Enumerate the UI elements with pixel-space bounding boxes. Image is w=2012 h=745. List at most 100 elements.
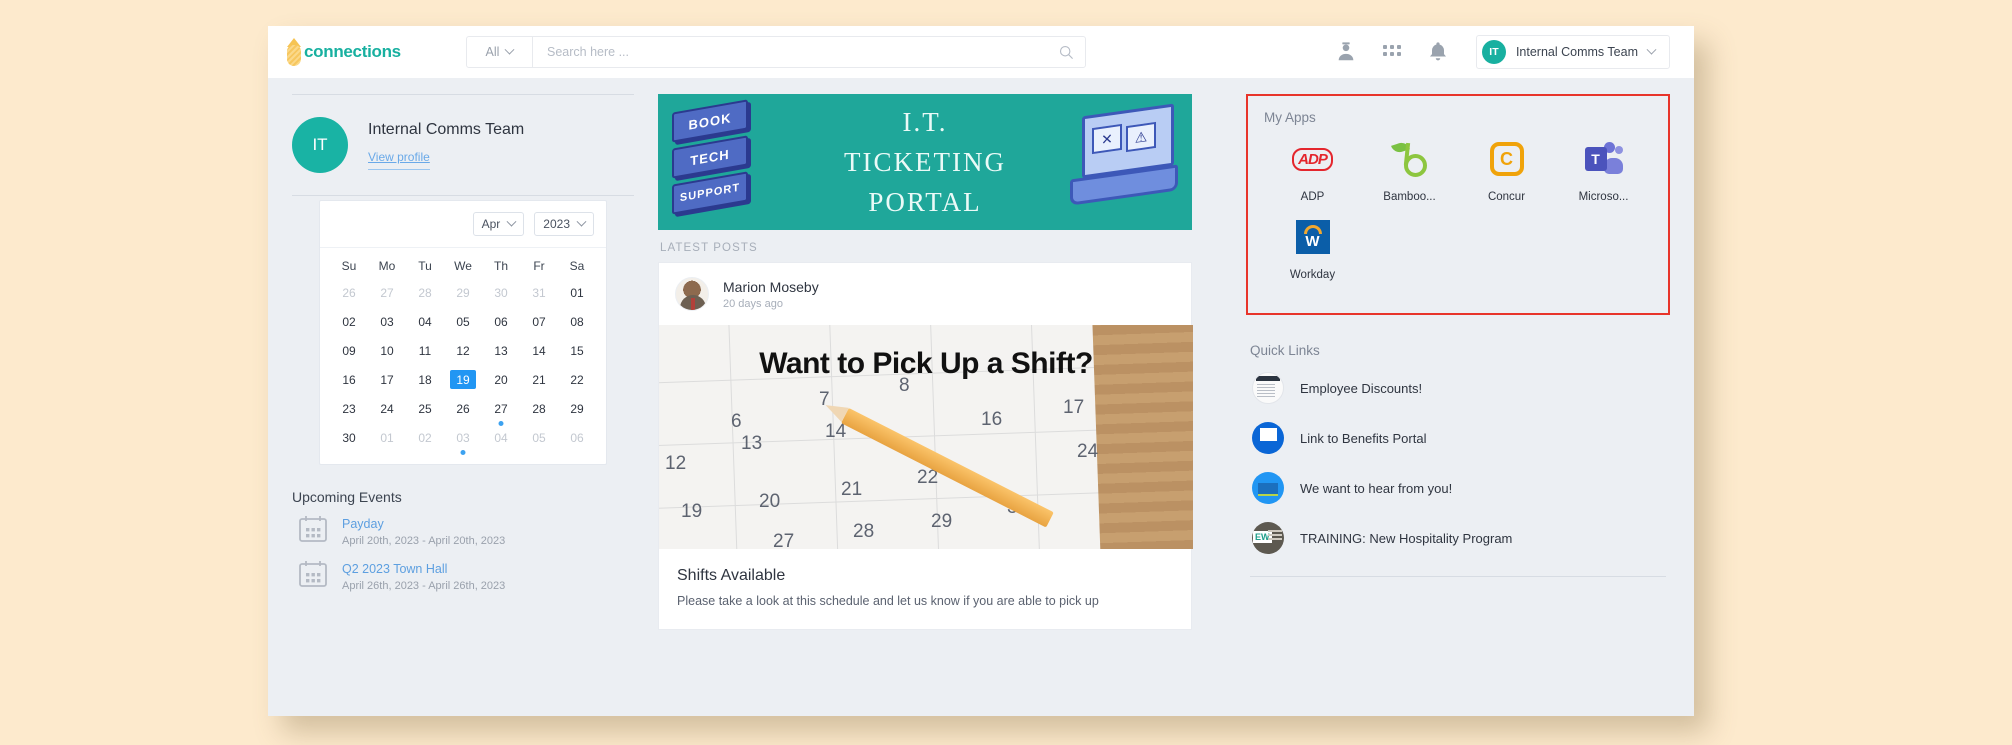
calendar-day-label: 28 <box>532 401 546 416</box>
calendar-day-31[interactable]: 31 <box>520 278 558 307</box>
quick-link-item[interactable]: EW TRAINING: New Hospitality Program <box>1246 522 1670 554</box>
post-body: Please take a look at this schedule and … <box>677 594 1099 608</box>
search-input[interactable] <box>533 37 1047 67</box>
calendar-day-09[interactable]: 09 <box>330 336 368 365</box>
calendar-day-29[interactable]: 29 <box>558 394 596 423</box>
calendar-day-26[interactable]: 26 <box>444 394 482 423</box>
calendar-day-08[interactable]: 08 <box>558 307 596 336</box>
calendar-day-04[interactable]: 04 <box>482 423 520 452</box>
calendar-day-16[interactable]: 16 <box>330 365 368 394</box>
chevron-down-icon <box>505 44 515 55</box>
avatar <box>675 277 709 311</box>
chevron-down-icon <box>576 216 587 227</box>
calendar-dow-tu: Tu <box>418 259 432 273</box>
top-navigation-bar: connections All Search here ... IT Inter… <box>268 26 1694 78</box>
calendar-day-01[interactable]: 01 <box>558 278 596 307</box>
calendar-day-28[interactable]: 28 <box>520 394 558 423</box>
calendar-day-18[interactable]: 18 <box>406 365 444 394</box>
calendar-day-20[interactable]: 20 <box>482 365 520 394</box>
newspaper-thumbnail-icon <box>1252 372 1284 404</box>
quick-link-item[interactable]: Employee Discounts! <box>1246 372 1670 404</box>
calendar-day-30[interactable]: 30 <box>330 423 368 452</box>
calendar-day-02[interactable]: 02 <box>330 307 368 336</box>
chevron-down-icon <box>1646 44 1657 55</box>
upcoming-event-item[interactable]: Payday April 20th, 2023 - April 20th, 202… <box>292 515 634 548</box>
calendar-day-05[interactable]: 05 <box>444 307 482 336</box>
pineapple-icon <box>286 38 302 66</box>
calendar-day-12[interactable]: 12 <box>444 336 482 365</box>
calendar-day-label: 31 <box>532 285 546 300</box>
app-label: Concur <box>1487 191 1526 203</box>
calendar-day-10[interactable]: 10 <box>368 336 406 365</box>
calendar-day-28[interactable]: 28 <box>406 278 444 307</box>
event-name[interactable]: Payday <box>342 517 505 531</box>
search-scope-dropdown[interactable]: All <box>467 37 533 67</box>
calendar-day-04[interactable]: 04 <box>406 307 444 336</box>
upcoming-event-item[interactable]: Q2 2023 Town Hall April 26th, 2023 - Apri… <box>292 560 634 593</box>
calendar-day-label: 20 <box>494 372 508 387</box>
event-name[interactable]: Q2 2023 Town Hall <box>342 562 505 576</box>
calendar-day-label: 01 <box>570 285 584 300</box>
app-tile-concur[interactable]: C Concur <box>1458 139 1555 203</box>
calendar-day-label: 25 <box>418 401 432 416</box>
post-timestamp: 20 days ago <box>723 297 783 310</box>
calendar-dow-sa: Sa <box>569 259 585 273</box>
month-select[interactable]: Apr <box>472 212 525 236</box>
admin-person-icon[interactable] <box>1334 40 1358 64</box>
apps-grid-icon[interactable] <box>1380 40 1404 64</box>
app-tile-workday[interactable]: W Workday <box>1264 217 1361 281</box>
user-profile-menu[interactable]: IT Internal Comms Team <box>1475 35 1670 69</box>
calendar-day-13[interactable]: 13 <box>482 336 520 365</box>
calendar-day-30[interactable]: 30 <box>482 278 520 307</box>
calendar-day-27[interactable]: 27 <box>482 394 520 426</box>
calendar-week-row: 09 10 11 12 13 14 15 <box>330 336 596 365</box>
quick-link-item[interactable]: We want to hear from you! <box>1246 472 1670 504</box>
app-tile-adp[interactable]: ADP ADP <box>1264 139 1361 203</box>
bell-icon[interactable] <box>1426 40 1450 64</box>
calendar-week-row: 02 03 04 05 06 07 08 <box>330 307 596 336</box>
calendar-day-11[interactable]: 11 <box>406 336 444 365</box>
post-image-caption: Want to Pick Up a Shift? <box>759 347 1093 380</box>
calendar-day-02[interactable]: 02 <box>406 423 444 452</box>
year-select[interactable]: 2023 <box>534 212 594 236</box>
training-thumbnail-icon: EW <box>1252 522 1284 554</box>
calendar-day-29[interactable]: 29 <box>444 278 482 307</box>
calendar-day-01[interactable]: 01 <box>368 423 406 452</box>
calendar-day-06[interactable]: 06 <box>482 307 520 336</box>
app-window: connections All Search here ... IT Inter… <box>268 26 1694 716</box>
calendar-day-21[interactable]: 21 <box>520 365 558 394</box>
my-apps-grid: ADP ADP Bamboo... C Concur T Microso... … <box>1264 139 1652 295</box>
search-icon[interactable] <box>1047 45 1085 60</box>
calendar-day-24[interactable]: 24 <box>368 394 406 423</box>
user-name-label: Internal Comms Team <box>1515 45 1638 59</box>
app-tile-bamboohr[interactable]: Bamboo... <box>1361 139 1458 203</box>
calendar-day-03[interactable]: 03 <box>368 307 406 336</box>
post-title[interactable]: Shifts Available <box>659 549 1191 591</box>
quick-links-list: Employee Discounts! Link to Benefits Port… <box>1246 372 1670 554</box>
calendar-day-14[interactable]: 14 <box>520 336 558 365</box>
calendar-day-19[interactable]: 19 <box>444 365 482 394</box>
calendar-day-22[interactable]: 22 <box>558 365 596 394</box>
calendar-day-05[interactable]: 05 <box>520 423 558 452</box>
calendar-day-27[interactable]: 27 <box>368 278 406 307</box>
calendar-day-15[interactable]: 15 <box>558 336 596 365</box>
it-ticketing-portal-banner[interactable]: BOOK TECH SUPPORT I.T. TICKETING PORTAL … <box>658 94 1192 230</box>
calendar-day-23[interactable]: 23 <box>330 394 368 423</box>
post-image[interactable]: 12 13 14 6 7 8 16 17 24 22 21 20 19 28 2… <box>659 325 1193 549</box>
workday-icon: W <box>1293 217 1333 257</box>
calendar-day-25[interactable]: 25 <box>406 394 444 423</box>
app-tile-microsoft-teams[interactable]: T Microso... <box>1555 139 1652 203</box>
avatar: IT <box>1481 40 1506 64</box>
calendar-day-03[interactable]: 03 <box>444 423 482 455</box>
view-profile-link[interactable]: View profile <box>368 150 430 170</box>
calendar-day-label: 27 <box>494 401 508 416</box>
quick-link-item[interactable]: Link to Benefits Portal <box>1246 422 1670 454</box>
calendar-day-06[interactable]: 06 <box>558 423 596 452</box>
calendar-day-07[interactable]: 07 <box>520 307 558 336</box>
main-content: BOOK TECH SUPPORT I.T. TICKETING PORTAL … <box>658 78 1218 716</box>
site-logo[interactable]: connections <box>286 38 436 66</box>
calendar-day-17[interactable]: 17 <box>368 365 406 394</box>
post-author[interactable]: Marion Moseby <box>723 279 819 295</box>
calendar-day-26[interactable]: 26 <box>330 278 368 307</box>
calendar-day-label: 23 <box>342 401 356 416</box>
